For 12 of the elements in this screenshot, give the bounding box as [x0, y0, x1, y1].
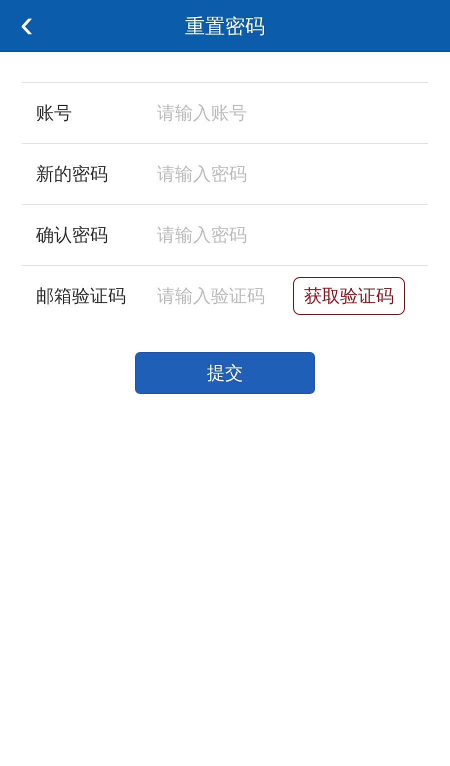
field-label: 账号: [36, 102, 73, 125]
field-label: 确认密码: [36, 224, 109, 247]
page-title: 重置密码: [185, 12, 265, 40]
input-field[interactable]: 请输入密码: [157, 164, 397, 184]
input-field[interactable]: 请输入账号: [157, 102, 397, 124]
submit-button[interactable]: 提交: [135, 352, 315, 394]
field-label: 邮箱验证码: [36, 285, 127, 308]
field-label: 新的密码: [36, 163, 109, 186]
input-field[interactable]: 请输入密码: [157, 224, 397, 246]
get-code-button[interactable]: 获取验证码: [293, 277, 405, 315]
input-field[interactable]: 请输入验证码: [157, 286, 291, 306]
back-button[interactable]: ‹: [14, 6, 40, 42]
